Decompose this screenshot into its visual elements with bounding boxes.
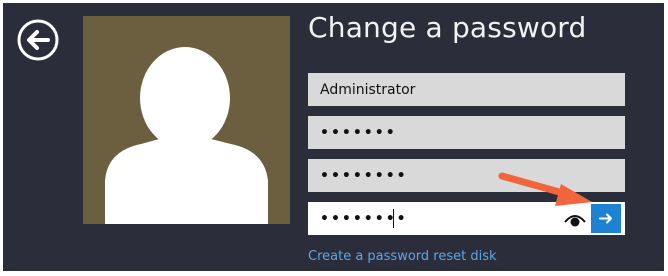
confirm-password-container	[308, 202, 625, 235]
create-reset-disk-link[interactable]: Create a password reset disk	[308, 249, 497, 264]
user-avatar	[83, 16, 290, 224]
back-button[interactable]	[15, 17, 61, 63]
reveal-password-button[interactable]	[563, 210, 587, 228]
eye-icon	[564, 215, 586, 227]
new-password-field[interactable]	[308, 159, 625, 192]
username-field[interactable]	[308, 73, 625, 106]
submit-button[interactable]	[591, 204, 621, 233]
confirm-password-field[interactable]	[308, 202, 558, 235]
back-arrow-icon	[17, 19, 59, 61]
change-password-screen: Change a password Create a password rese…	[3, 3, 664, 271]
text-cursor	[393, 209, 394, 228]
old-password-field[interactable]	[308, 116, 625, 149]
right-arrow-icon	[599, 213, 612, 224]
user-silhouette-icon	[105, 47, 268, 224]
page-title: Change a password	[308, 11, 587, 44]
